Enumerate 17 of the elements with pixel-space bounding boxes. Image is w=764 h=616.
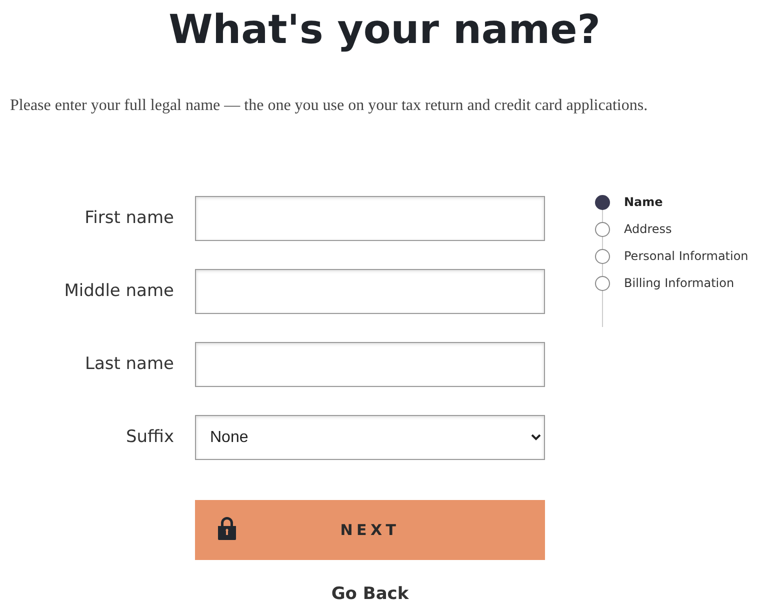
step-label[interactable]: Billing Information — [624, 274, 734, 292]
field-label: Suffix — [124, 426, 175, 449]
lock-icon — [217, 516, 237, 540]
field-label: Last name — [84, 352, 175, 376]
step-label[interactable]: Personal Information — [624, 247, 748, 265]
field-label: First name — [84, 206, 175, 230]
step-label[interactable]: Name — [624, 193, 663, 211]
next-button[interactable]: NEXT — [195, 500, 545, 560]
text-field[interactable] — [195, 342, 545, 387]
page-title: What's your name? — [168, 6, 602, 54]
field-label: Middle name — [63, 280, 175, 303]
intro-text: Please enter your full legal name — the one you use on your tax return and credit card applications. — [10, 96, 649, 116]
go-back-link[interactable]: Go Back — [331, 582, 409, 608]
suffix-select[interactable]: None — [195, 415, 545, 460]
text-field[interactable] — [195, 269, 545, 314]
step-label[interactable]: Address — [624, 220, 672, 238]
text-field[interactable] — [195, 196, 545, 241]
